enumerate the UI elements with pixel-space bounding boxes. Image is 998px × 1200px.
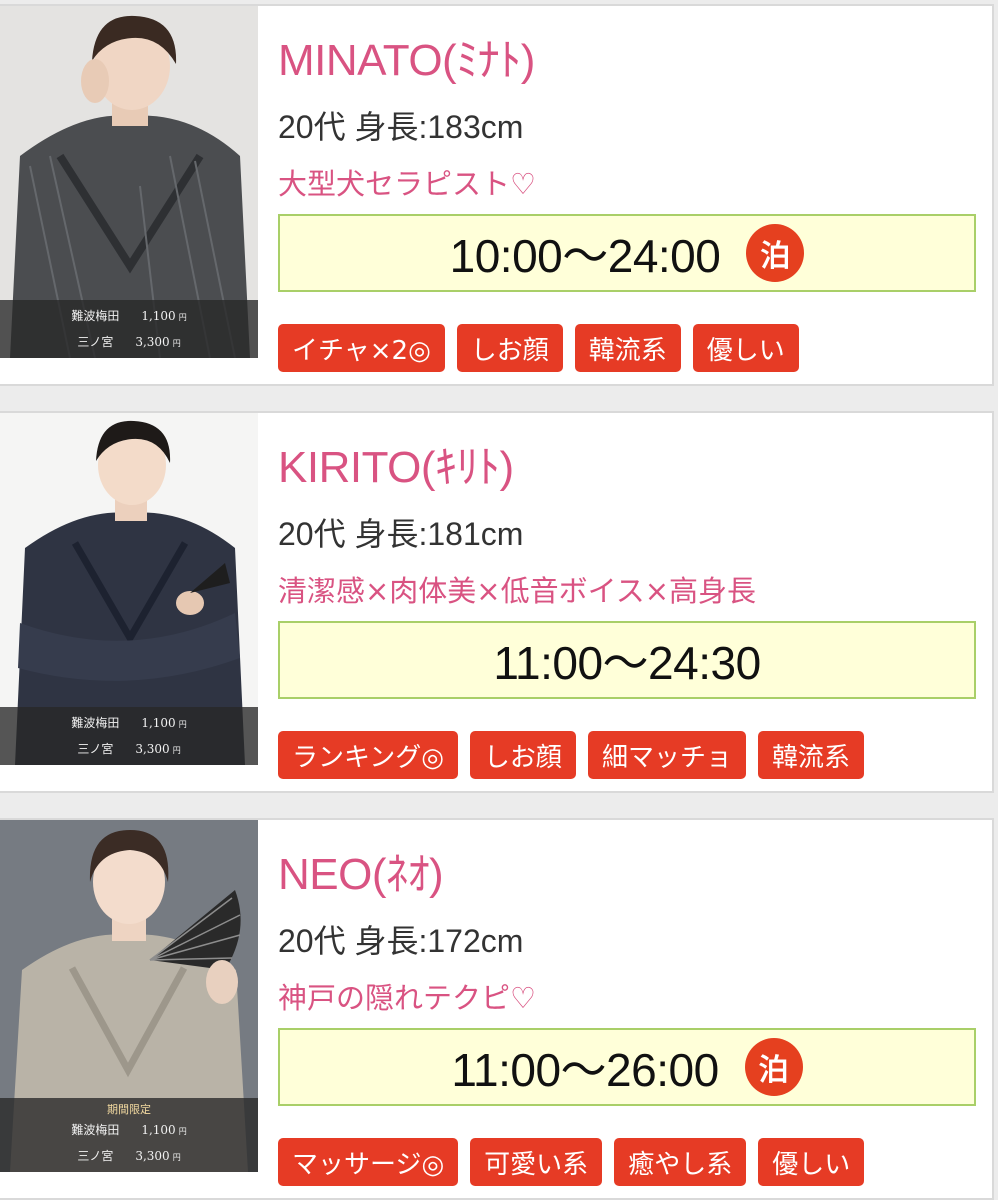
price-area: 三ノ宮 — [77, 742, 114, 756]
therapist-profile: 20代 身長:183cm — [278, 109, 524, 145]
therapist-photo[interactable]: 期間限定 難波梅田 1,100 円 三ノ宮 3,300 円 — [0, 820, 258, 1172]
price-overlay: 難波梅田 1,100 円 三ノ宮 3,300 円 — [0, 707, 258, 765]
tag: 細マッチョ — [587, 731, 746, 779]
limited-label: 期間限定 — [107, 1103, 151, 1116]
tag-list: ランキング◎ しお顔 細マッチョ 韓流系 — [278, 731, 864, 779]
therapist-card[interactable]: 期間限定 難波梅田 1,100 円 三ノ宮 3,300 円 NEO(ﾈｵ) 20代 … — [0, 818, 994, 1200]
schedule-time: 10:00〜24:00 — [449, 230, 721, 282]
schedule-time: 11:00〜24:30 — [493, 637, 761, 689]
tag: 可愛い系 — [470, 1138, 603, 1186]
price-unit: 円 — [178, 313, 187, 322]
price-line: 三ノ宮 3,300 円 — [0, 737, 258, 763]
tag: 優しい — [758, 1138, 865, 1186]
price-unit: 円 — [178, 720, 187, 729]
price-area: 難波梅田 — [71, 309, 120, 323]
tag: イチャ×2◎ — [278, 324, 445, 372]
price-overlay: 期間限定 難波梅田 1,100 円 三ノ宮 3,300 円 — [0, 1098, 258, 1172]
therapist-catchphrase: 清潔感×肉体美×低音ボイス×高身長 — [278, 574, 757, 608]
therapist-photo[interactable]: 難波梅田 1,100 円 三ノ宮 3,300 円 — [0, 413, 258, 765]
tag: 優しい — [692, 324, 799, 372]
tag: 韓流系 — [757, 731, 864, 779]
tag-list: マッサージ◎ 可愛い系 癒やし系 優しい — [278, 1138, 865, 1186]
tag: しお顔 — [469, 731, 576, 779]
price-area: 難波梅田 — [71, 1123, 120, 1137]
therapist-catchphrase: 神戸の隠れテクピ♡ — [278, 981, 536, 1015]
therapist-catchphrase: 大型犬セラピスト♡ — [278, 167, 536, 201]
therapist-profile: 20代 身長:181cm — [278, 516, 524, 552]
price-amount: 3,300 — [135, 335, 170, 349]
price-line: 三ノ宮 3,300 円 — [0, 1144, 258, 1170]
price-line: 難波梅田 1,100 円 — [0, 711, 258, 737]
tag: しお顔 — [456, 324, 563, 372]
price-unit: 円 — [172, 1153, 181, 1162]
schedule-time: 11:00〜26:00 — [451, 1044, 719, 1096]
price-amount: 1,100 — [141, 716, 176, 730]
tag: マッサージ◎ — [278, 1138, 459, 1186]
therapist-name[interactable]: NEO(ﾈｵ) — [278, 838, 444, 902]
price-line: 難波梅田 1,100 円 — [0, 1118, 258, 1144]
schedule-box: 10:00〜24:00 泊 — [278, 214, 976, 292]
price-unit: 円 — [172, 339, 181, 348]
schedule-box: 11:00〜24:30 — [278, 621, 976, 699]
tag: 癒やし系 — [614, 1138, 747, 1186]
price-area: 三ノ宮 — [77, 1149, 114, 1163]
tag: ランキング◎ — [278, 731, 458, 779]
tag: 韓流系 — [574, 324, 681, 372]
price-area: 三ノ宮 — [77, 335, 114, 349]
therapist-photo[interactable]: 難波梅田 1,100 円 三ノ宮 3,300 円 — [0, 6, 258, 358]
price-amount: 3,300 — [135, 742, 170, 756]
price-amount: 1,100 — [141, 309, 176, 323]
overnight-badge: 泊 — [744, 1038, 803, 1096]
schedule-box: 11:00〜26:00 泊 — [278, 1028, 976, 1106]
price-unit: 円 — [178, 1127, 187, 1136]
therapist-name[interactable]: MINATO(ﾐﾅﾄ) — [278, 24, 535, 88]
price-unit: 円 — [172, 746, 181, 755]
price-line: 三ノ宮 3,300 円 — [0, 330, 258, 356]
therapist-profile: 20代 身長:172cm — [278, 923, 524, 959]
price-area: 難波梅田 — [71, 716, 120, 730]
therapist-name[interactable]: KIRITO(ｷﾘﾄ) — [278, 431, 514, 495]
price-overlay: 難波梅田 1,100 円 三ノ宮 3,300 円 — [0, 300, 258, 358]
tag-list: イチャ×2◎ しお顔 韓流系 優しい — [278, 324, 799, 372]
therapist-card[interactable]: 難波梅田 1,100 円 三ノ宮 3,300 円 KIRITO(ｷﾘﾄ) 20代 身… — [0, 411, 994, 793]
therapist-card[interactable]: 難波梅田 1,100 円 三ノ宮 3,300 円 MINATO(ﾐﾅﾄ) 20代 身… — [0, 4, 994, 386]
price-line: 難波梅田 1,100 円 — [0, 304, 258, 330]
overnight-badge: 泊 — [746, 224, 805, 282]
price-amount: 3,300 — [135, 1149, 170, 1163]
price-amount: 1,100 — [141, 1123, 176, 1137]
